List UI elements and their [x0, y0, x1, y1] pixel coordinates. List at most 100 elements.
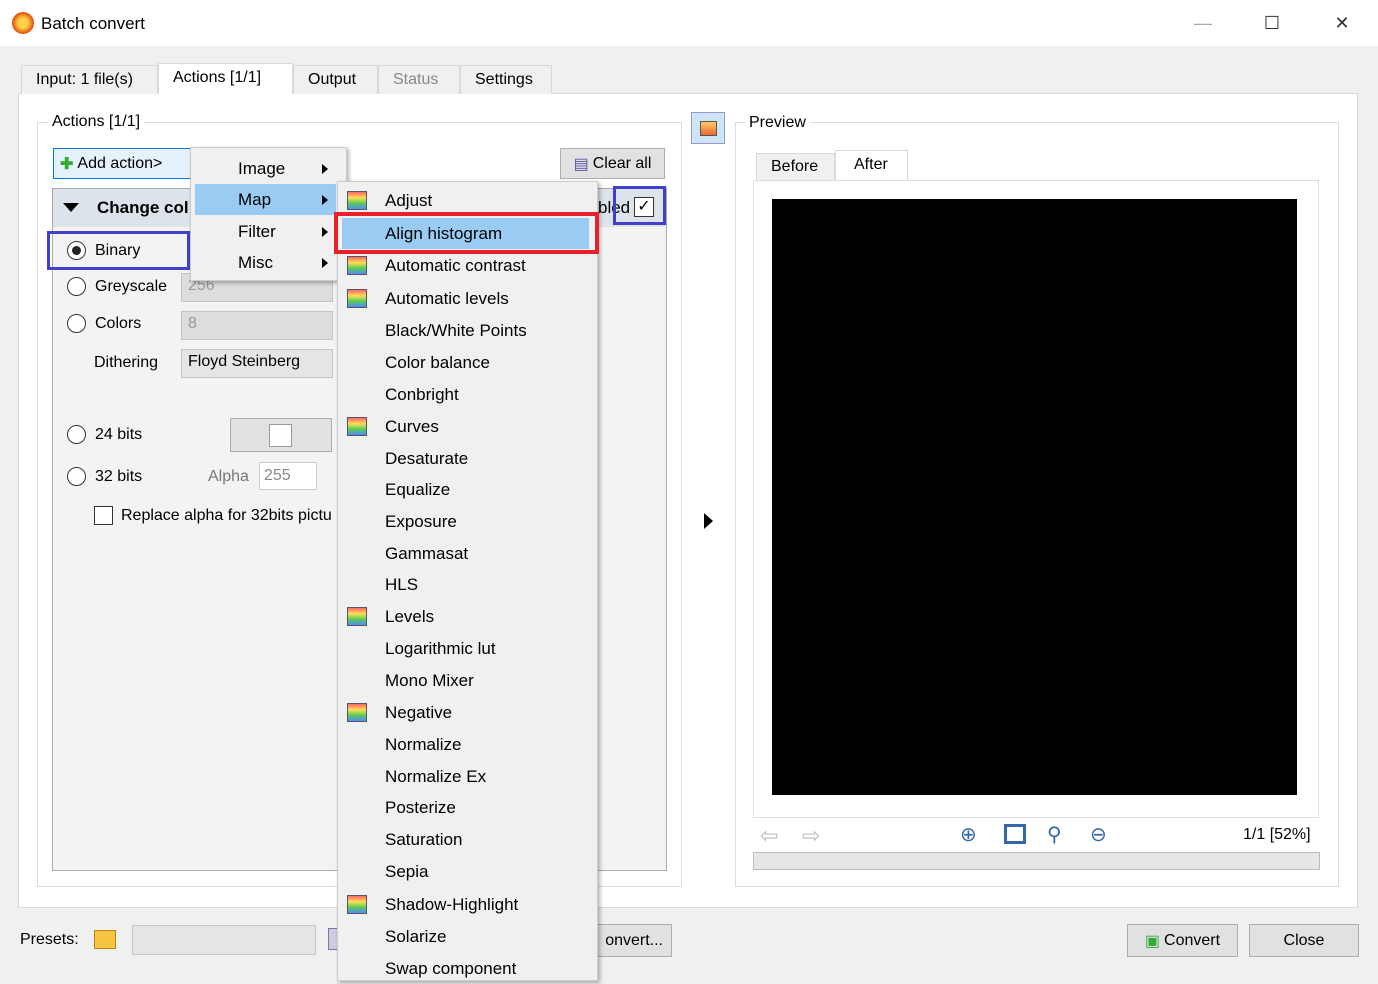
next-icon[interactable]: ⇨ — [802, 823, 820, 849]
submenu-item-label: Negative — [385, 703, 453, 722]
clear-icon: ▤ — [573, 155, 589, 173]
preview-toggle-button[interactable] — [691, 112, 725, 144]
submenu-item-normalize[interactable]: Normalize — [338, 729, 597, 760]
submenu-item-black-white-points[interactable]: Black/White Points — [338, 315, 597, 346]
zoom-in-icon[interactable]: ⊕ — [960, 822, 977, 847]
24bits-radio[interactable] — [67, 425, 86, 444]
submenu-item-label: Exposure — [385, 512, 457, 531]
submenu-item-label: Solarize — [385, 927, 447, 946]
color-swatch — [269, 424, 292, 447]
preview-label: Preview — [745, 114, 810, 132]
convert-icon: ▣ — [1144, 932, 1161, 950]
clear-all-button[interactable]: ▤ Clear all — [560, 148, 665, 179]
submenu-item-automatic-contrast[interactable]: Automatic contrast — [338, 250, 597, 281]
submenu-item-solarize[interactable]: Solarize — [338, 921, 597, 952]
submenu-item-desaturate[interactable]: Desaturate — [338, 443, 597, 474]
submenu-item-label: Color balance — [385, 353, 490, 372]
submenu-item-label: Mono Mixer — [385, 671, 474, 690]
picture-icon — [700, 121, 717, 136]
submenu-item-label: Desaturate — [385, 449, 469, 468]
submenu-item-exposure[interactable]: Exposure — [338, 506, 597, 537]
submenu-item-label: Logarithmic lut — [385, 639, 496, 658]
menu-item-misc[interactable]: Misc — [191, 247, 346, 278]
maximize-button[interactable]: ☐ — [1249, 8, 1295, 38]
submenu-item-levels[interactable]: Levels — [338, 601, 597, 632]
tab-input[interactable]: Input: 1 file(s) — [21, 65, 158, 94]
submenu-item-label: Shadow-Highlight — [385, 895, 519, 914]
submenu-item-label: Curves — [385, 417, 439, 436]
colors-select[interactable]: 8 — [181, 311, 333, 340]
title-bar: Batch convert — ☐ ✕ — [0, 0, 1378, 46]
levels-icon — [347, 607, 367, 626]
submenu-item-label: HLS — [385, 575, 419, 594]
expand-arrow-icon[interactable] — [704, 513, 713, 529]
greyscale-radio[interactable] — [67, 277, 86, 296]
add-action-button[interactable]: ✚ Add action> — [53, 148, 193, 179]
enabled-highlight-box — [613, 186, 666, 225]
load-preset-icon[interactable] — [94, 930, 116, 949]
submenu-item-saturation[interactable]: Saturation — [338, 824, 597, 855]
tab-output[interactable]: Output — [293, 65, 378, 94]
tab-before[interactable]: Before — [756, 153, 835, 181]
alpha-label: Alpha — [208, 468, 249, 485]
shadow-highlight-icon — [347, 895, 367, 914]
actions-group-label: Actions [1/1] — [48, 113, 145, 131]
greyscale-label: Greyscale — [95, 278, 168, 295]
dithering-label: Dithering — [94, 354, 159, 371]
submenu-item-label: Swap component — [385, 959, 517, 978]
menu-item-filter[interactable]: Filter — [191, 216, 346, 247]
submenu-item-gammasat[interactable]: Gammasat — [338, 538, 597, 569]
submenu-item-posterize[interactable]: Posterize — [338, 792, 597, 823]
tab-actions[interactable]: Actions [1/1] — [158, 63, 293, 94]
minimize-button[interactable]: — — [1180, 8, 1226, 38]
adjust-icon — [347, 191, 367, 210]
collapse-icon[interactable] — [63, 203, 79, 212]
zoom-out-icon[interactable]: ⊖ — [1090, 822, 1107, 847]
submenu-item-label: Sepia — [385, 862, 429, 881]
color-picker-button[interactable] — [230, 418, 332, 452]
submenu-item-curves[interactable]: Curves — [338, 411, 597, 442]
submenu-item-normalize-ex[interactable]: Normalize Ex — [338, 761, 597, 792]
submenu-item-hls[interactable]: HLS — [338, 569, 597, 600]
colors-label: Colors — [95, 315, 142, 332]
close-button[interactable]: Close — [1249, 924, 1359, 957]
add-action-label: Add action> — [77, 154, 163, 172]
submenu-item-sepia[interactable]: Sepia — [338, 856, 597, 887]
fit-icon[interactable] — [1004, 824, 1026, 844]
submenu-item-equalize[interactable]: Equalize — [338, 474, 597, 505]
submenu-item-mono-mixer[interactable]: Mono Mixer — [338, 665, 597, 696]
preset-select[interactable] — [132, 925, 316, 955]
convert-button[interactable]: ▣ Convert — [1127, 924, 1238, 957]
submenu-item-label: Conbright — [385, 385, 459, 404]
close-window-button[interactable]: ✕ — [1319, 8, 1365, 38]
submenu-item-negative[interactable]: Negative — [338, 697, 597, 728]
binary-highlight-box — [47, 231, 190, 270]
submenu-item-logarithmic-lut[interactable]: Logarithmic lut — [338, 633, 597, 664]
page-info: 1/1 [52%] — [1243, 826, 1311, 843]
app-logo-icon — [12, 12, 34, 34]
submenu-item-color-balance[interactable]: Color balance — [338, 347, 597, 378]
clear-all-label: Clear all — [592, 154, 652, 172]
submenu-item-conbright[interactable]: Conbright — [338, 379, 597, 410]
presets-label: Presets: — [20, 931, 79, 948]
levels-icon — [347, 289, 367, 308]
32bits-radio[interactable] — [67, 467, 86, 486]
menu-item-map[interactable]: Map — [195, 184, 336, 215]
previous-icon[interactable]: ⇦ — [760, 823, 778, 849]
tab-settings[interactable]: Settings — [460, 65, 552, 94]
zoom-actual-icon[interactable]: ⚲ — [1047, 822, 1062, 847]
submenu-item-label: Gammasat — [385, 544, 469, 563]
align-histogram-highlight-box — [334, 212, 599, 254]
submenu-item-shadow-highlight[interactable]: Shadow-Highlight — [338, 889, 597, 920]
dithering-select[interactable]: Floyd Steinberg — [181, 349, 333, 378]
submenu-item-label: Saturation — [385, 830, 463, 849]
submenu-item-automatic-levels[interactable]: Automatic levels — [338, 283, 597, 314]
tab-status[interactable]: Status — [378, 65, 460, 94]
tab-after[interactable]: After — [835, 150, 908, 181]
menu-item-image[interactable]: Image — [191, 153, 346, 184]
alpha-spinbox[interactable]: 255 — [259, 462, 317, 490]
colors-radio[interactable] — [67, 314, 86, 333]
submenu-item-swap-component[interactable]: Swap component — [338, 953, 597, 984]
submenu-item-label: Normalize Ex — [385, 767, 487, 786]
replace-alpha-checkbox[interactable] — [94, 506, 113, 525]
